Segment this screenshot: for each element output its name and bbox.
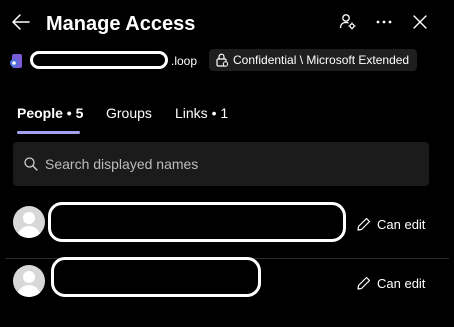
search-input[interactable]: [45, 142, 415, 186]
arrow-left-icon: [12, 14, 30, 30]
tab-groups[interactable]: Groups: [106, 105, 152, 121]
loop-file-icon: [10, 54, 22, 68]
tab-people[interactable]: People • 5: [17, 105, 83, 121]
pencil-icon: [357, 276, 371, 290]
file-extension: .loop: [171, 54, 198, 68]
more-options-button[interactable]: [374, 12, 394, 32]
redacted-person-name: [48, 202, 346, 242]
redacted-file-name: [30, 51, 168, 69]
permission-dropdown[interactable]: Can edit: [357, 214, 425, 234]
people-settings-icon: [339, 14, 356, 30]
lock-label-icon: [216, 53, 229, 67]
tab-links[interactable]: Links • 1: [175, 105, 228, 121]
close-button[interactable]: [410, 12, 430, 32]
permission-dropdown[interactable]: Can edit: [357, 273, 425, 293]
page-title: Manage Access: [46, 13, 196, 35]
person-icon: [17, 271, 41, 297]
back-button[interactable]: [10, 11, 32, 33]
pencil-icon: [357, 217, 371, 231]
close-icon: [413, 15, 427, 29]
search-icon: [24, 157, 38, 171]
sensitivity-label-text: Confidential \ Microsoft Extended: [233, 53, 410, 67]
tab-bar: People • 5 Groups Links • 1: [0, 98, 454, 134]
redacted-person-name: [51, 257, 261, 297]
person-icon: [17, 212, 41, 238]
sensitivity-label[interactable]: Confidential \ Microsoft Extended: [209, 49, 418, 71]
active-tab-indicator: [17, 131, 80, 134]
avatar: [13, 206, 45, 238]
permission-label: Can edit: [377, 216, 426, 232]
avatar: [13, 265, 45, 297]
header: Manage Access: [0, 0, 454, 44]
permission-label: Can edit: [377, 275, 426, 291]
search-box[interactable]: [13, 142, 429, 186]
people-settings-button[interactable]: [338, 12, 358, 32]
more-icon: [376, 20, 392, 24]
